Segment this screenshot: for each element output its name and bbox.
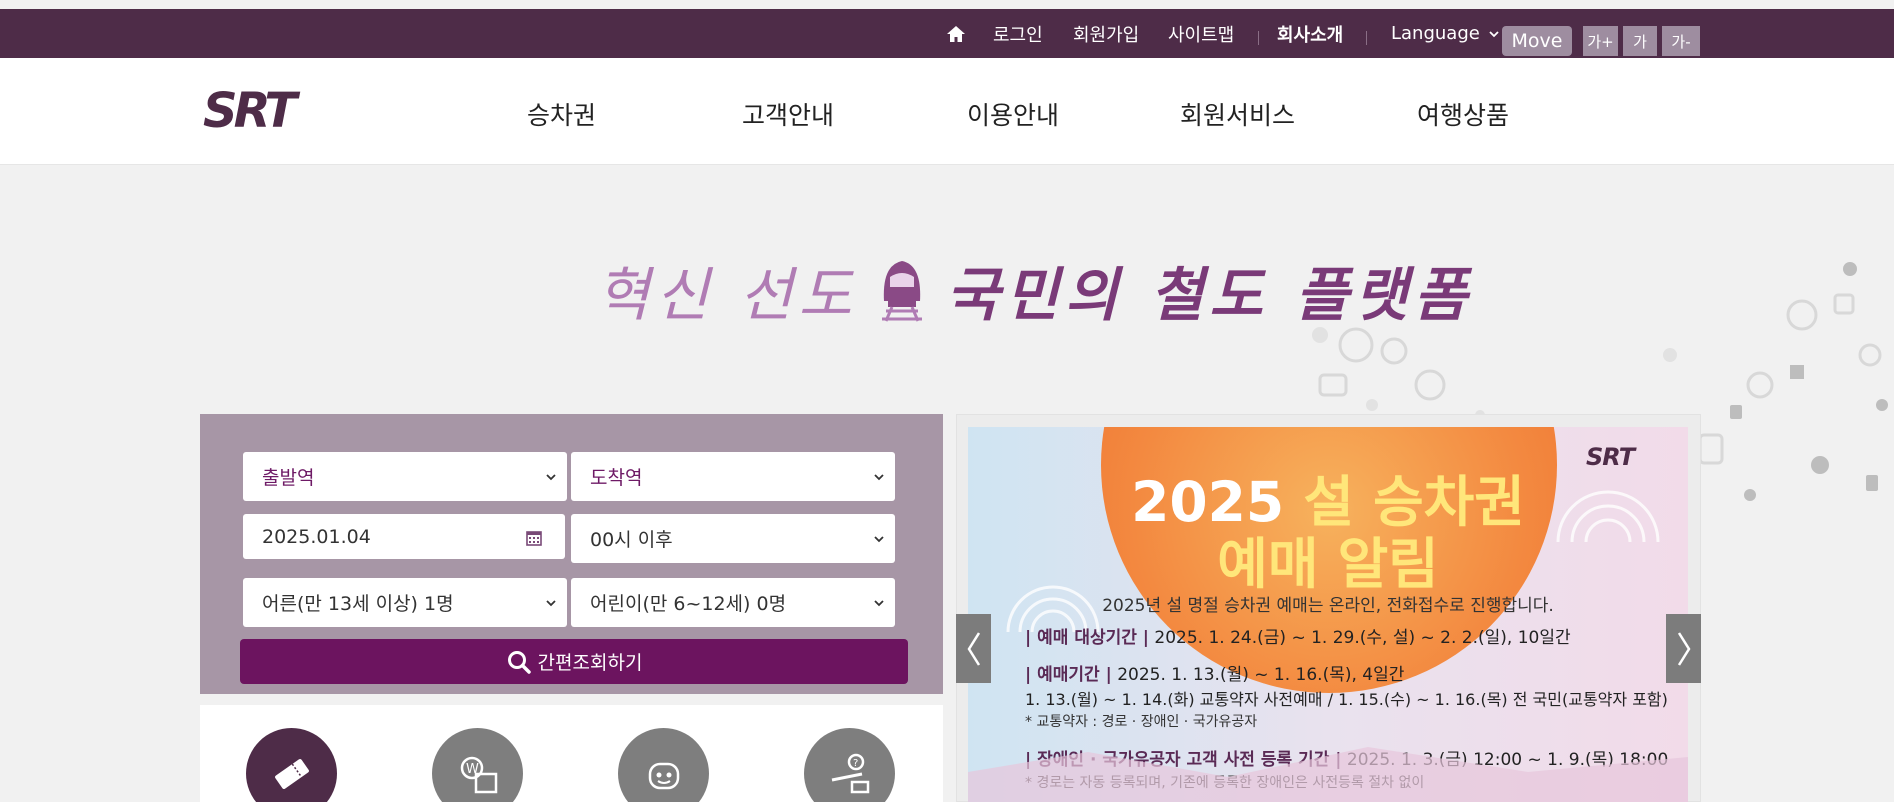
chevron-down-icon (546, 600, 556, 607)
home-icon (947, 25, 965, 42)
adult-count-select[interactable]: 어른(만 13세 이상) 1명 (243, 578, 567, 627)
banner-title-line2: 예매 알림 (1217, 532, 1439, 596)
sitemap-link[interactable]: 사이트맵 (1168, 9, 1234, 58)
arrival-select[interactable]: 도착역 (571, 452, 895, 501)
home-link[interactable] (946, 9, 966, 58)
banner-line-2: | 예매기간 | 2025. 1. 13.(월) ~ 1. 16.(목), 4일… (1025, 660, 1404, 685)
quick-search-label: 간편조회하기 (537, 652, 643, 674)
promo-banner[interactable]: SRT 2025 설 승차권 예매 알림 2025년 설 명절 승차권 예매는 … (968, 427, 1688, 802)
signup-link[interactable]: 회원가입 (1073, 9, 1139, 58)
banner-line-2-text: 2025. 1. 13.(월) ~ 1. 16.(목), 4일간 (1117, 665, 1405, 685)
time-select[interactable]: 00시 이후 (571, 514, 895, 563)
svg-text:SRT: SRT (203, 87, 300, 131)
banner-mountains (968, 747, 1688, 802)
language-label: Language (1391, 23, 1480, 44)
quick-search-button[interactable]: 간편조회하기 (240, 639, 908, 684)
language-dropdown[interactable]: Language (1391, 9, 1500, 58)
banner-line-2-label: | 예매기간 | (1025, 665, 1112, 685)
adult-count-value: 어른(만 13세 이상) 1명 (262, 593, 454, 615)
login-link[interactable]: 로그인 (993, 9, 1043, 58)
chevron-down-icon (874, 536, 884, 543)
departure-select[interactable]: 출발역 (243, 452, 567, 501)
nav-item-customer[interactable]: 고객안내 (742, 96, 834, 132)
date-value: 2025.01.04 (262, 525, 371, 548)
chevron-down-icon (874, 474, 884, 481)
nav-item-travel[interactable]: 여행상품 (1417, 96, 1509, 132)
banner-line-1-label: | 예매 대상기간 | (1025, 628, 1150, 648)
banner-prev-button[interactable] (956, 614, 991, 683)
child-count-select[interactable]: 어린이(만 6~12세) 0명 (571, 578, 895, 627)
chevron-down-icon (874, 600, 884, 607)
chevron-down-icon (1489, 30, 1499, 37)
top-strip (0, 0, 1894, 9)
calendar-icon[interactable] (525, 529, 543, 547)
chevron-right-icon (1677, 631, 1690, 666)
hero-text-1: 혁신 선도 (596, 261, 858, 329)
ticket-icon (274, 758, 309, 789)
lost-item-icon: ? (831, 753, 869, 793)
move-button[interactable]: Move (1502, 26, 1572, 56)
company-link[interactable]: 회사소개 (1277, 9, 1343, 58)
banner-next-button[interactable] (1666, 614, 1701, 683)
date-input[interactable]: 2025.01.04 (243, 514, 565, 559)
nav-item-ticket[interactable]: 승차권 (527, 96, 596, 132)
chatbot-icon (648, 762, 679, 789)
search-icon (507, 650, 531, 674)
child-count-value: 어린이(만 6~12세) 0명 (590, 593, 787, 615)
chevron-left-icon (967, 631, 980, 666)
divider (1258, 31, 1259, 45)
nav-item-usage[interactable]: 이용안내 (967, 96, 1059, 132)
font-normal-button[interactable]: 가 (1623, 26, 1657, 56)
banner-subtitle: 2025년 설 명절 승차권 예매는 온라인, 전화접수로 진행합니다. (1102, 596, 1554, 616)
arrival-label: 도착역 (590, 467, 643, 489)
banner-line-1-text: 2025. 1. 24.(금) ~ 1. 29.(수, 설) ~ 2. 2.(일… (1154, 628, 1571, 648)
time-value: 00시 이후 (590, 529, 673, 551)
divider (1366, 31, 1367, 45)
banner-line-3: 1. 13.(월) ~ 1. 14.(화) 교통약자 사전예매 / 1. 15.… (1025, 690, 1668, 709)
font-decrease-button[interactable]: 가- (1662, 26, 1700, 56)
srt-logo[interactable]: SRT (201, 87, 343, 131)
banner-line-1: | 예매 대상기간 | 2025. 1. 24.(금) ~ 1. 29.(수, … (1025, 623, 1571, 648)
payment-calendar-icon: W (460, 756, 497, 793)
svg-text:?: ? (853, 758, 858, 769)
departure-label: 출발역 (262, 467, 315, 489)
utility-bar: 로그인 회원가입 사이트맵 회사소개 Language Move 가+ 가 가- (0, 9, 1894, 58)
main-header: SRT 승차권 고객안내 이용안내 회원서비스 여행상품 (0, 58, 1894, 165)
chevron-down-icon (546, 474, 556, 481)
font-increase-button[interactable]: 가+ (1583, 26, 1618, 56)
nav-item-member[interactable]: 회원서비스 (1180, 96, 1295, 132)
banner-line-3-note: * 교통약자 : 경로 · 장애인 · 국가유공자 (1025, 714, 1258, 730)
train-icon (881, 261, 922, 322)
